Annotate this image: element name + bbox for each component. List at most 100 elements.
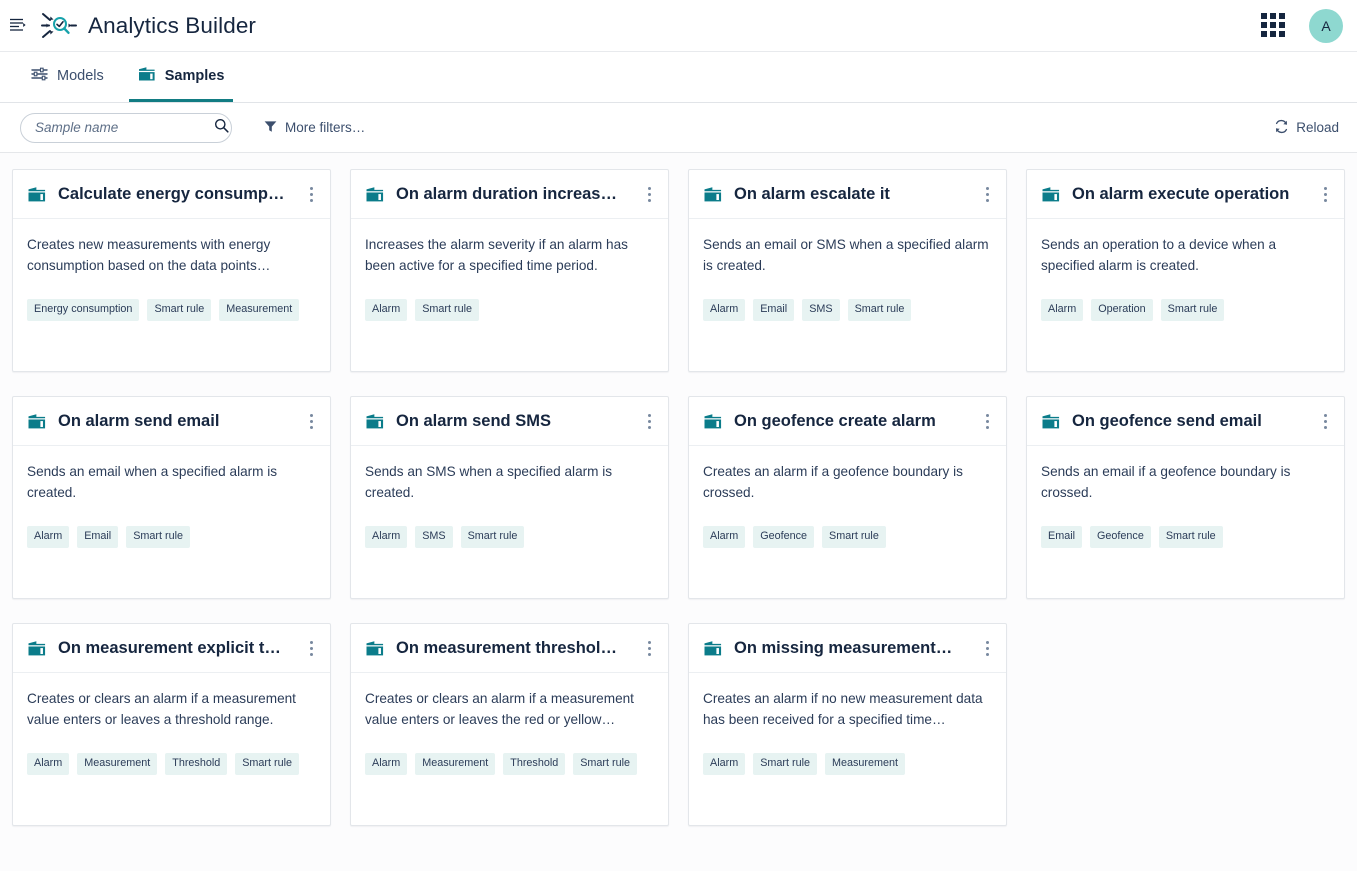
sample-card[interactable]: On alarm send email Sends an email when a… bbox=[12, 396, 331, 599]
sample-card-title: On alarm duration increas… bbox=[396, 184, 617, 203]
sample-card-tags: Alarm Measurement Threshold Smart rule bbox=[365, 753, 654, 775]
more-filters-button[interactable]: More filters… bbox=[264, 120, 365, 136]
more-options-icon[interactable] bbox=[978, 635, 996, 661]
sample-card-body: Creates or clears an alarm if a measurem… bbox=[351, 673, 668, 825]
app-grid-icon[interactable] bbox=[1261, 12, 1287, 39]
sample-card-title: On geofence send email bbox=[1072, 411, 1262, 430]
funnel-icon bbox=[264, 120, 277, 136]
tag-chip: Smart rule bbox=[126, 526, 191, 548]
sample-card[interactable]: On geofence create alarm Creates an alarm… bbox=[688, 396, 1007, 599]
tag-chip: Smart rule bbox=[147, 299, 212, 321]
sample-card[interactable]: On alarm duration increas… Increases the … bbox=[350, 169, 669, 372]
sample-card-header: On geofence create alarm bbox=[689, 397, 1006, 446]
tag-chip: Alarm bbox=[27, 526, 70, 548]
sample-card[interactable]: On alarm escalate it Sends an email or SM… bbox=[688, 169, 1007, 372]
tag-chip: Alarm bbox=[703, 526, 746, 548]
reload-label: Reload bbox=[1296, 120, 1339, 135]
search-box[interactable] bbox=[20, 112, 232, 143]
reload-button[interactable]: Reload bbox=[1274, 119, 1339, 137]
sample-card[interactable]: Calculate energy consump… Creates new mea… bbox=[12, 169, 331, 372]
more-options-icon[interactable] bbox=[978, 181, 996, 207]
more-options-icon[interactable] bbox=[640, 181, 658, 207]
folder-icon bbox=[1041, 413, 1061, 430]
sample-card-header: On alarm send SMS bbox=[351, 397, 668, 446]
folder-icon bbox=[365, 640, 385, 657]
folder-icon bbox=[1041, 186, 1061, 203]
hamburger-menu-icon[interactable] bbox=[4, 13, 30, 39]
sample-card-body: Sends an email if a geofence boundary is… bbox=[1027, 446, 1344, 598]
sample-card[interactable]: On geofence send email Sends an email if … bbox=[1026, 396, 1345, 599]
tag-chip: SMS bbox=[415, 526, 453, 548]
sample-card-header: On alarm send email bbox=[13, 397, 330, 446]
sample-card-description: Sends an operation to a device when a sp… bbox=[1041, 237, 1277, 273]
more-options-icon[interactable] bbox=[640, 635, 658, 661]
folder-icon bbox=[365, 413, 385, 430]
tab-models-label: Models bbox=[57, 67, 104, 84]
more-options-icon[interactable] bbox=[302, 635, 320, 661]
tag-chip: Smart rule bbox=[822, 526, 886, 548]
sample-card-header: On alarm execute operation bbox=[1027, 170, 1344, 219]
tab-samples[interactable]: Samples bbox=[128, 52, 234, 102]
models-icon bbox=[31, 67, 48, 85]
tab-models[interactable]: Models bbox=[22, 52, 113, 102]
sample-card[interactable]: On alarm execute operation Sends an opera… bbox=[1026, 169, 1345, 372]
more-filters-label: More filters… bbox=[285, 120, 366, 135]
sample-card[interactable]: On alarm send SMS Sends an SMS when a spe… bbox=[350, 396, 669, 599]
sample-card-title: On missing measurement… bbox=[734, 638, 953, 657]
sample-card[interactable]: On measurement explicit t… Creates or cle… bbox=[12, 623, 331, 826]
tag-chip: Measurement bbox=[219, 299, 300, 321]
search-input[interactable] bbox=[35, 120, 214, 135]
tag-chip: Smart rule bbox=[1158, 526, 1223, 548]
sample-card-tags: Alarm Geofence Smart rule bbox=[703, 526, 992, 548]
tag-chip: Smart rule bbox=[460, 526, 525, 548]
folder-icon bbox=[703, 640, 723, 657]
sample-card-description: Sends an email or SMS when a specified a… bbox=[703, 237, 989, 273]
sample-card-tags: Alarm SMS Smart rule bbox=[365, 526, 654, 548]
sample-card-tags: Alarm Smart rule bbox=[365, 299, 654, 321]
folder-icon bbox=[138, 66, 156, 86]
tag-chip: Alarm bbox=[365, 753, 408, 775]
more-options-icon[interactable] bbox=[302, 408, 320, 434]
folder-icon bbox=[703, 186, 723, 203]
sample-card-body: Creates or clears an alarm if a measurem… bbox=[13, 673, 330, 825]
search-icon[interactable] bbox=[214, 118, 229, 138]
tag-chip: Email bbox=[753, 299, 795, 321]
more-options-icon[interactable] bbox=[640, 408, 658, 434]
top-bar: Analytics Builder A bbox=[0, 0, 1357, 52]
sample-card-body: Creates an alarm if no new measurement d… bbox=[689, 673, 1006, 825]
sample-card-description: Sends an SMS when a specified alarm is c… bbox=[365, 464, 613, 500]
folder-icon bbox=[27, 640, 47, 657]
avatar[interactable]: A bbox=[1309, 8, 1343, 43]
tag-chip: Geofence bbox=[753, 526, 815, 548]
more-options-icon[interactable] bbox=[1316, 408, 1334, 434]
tag-chip: Alarm bbox=[1041, 299, 1084, 321]
sample-card-body: Sends an SMS when a specified alarm is c… bbox=[351, 446, 668, 598]
sample-card-title: On alarm send SMS bbox=[396, 411, 551, 430]
more-options-icon[interactable] bbox=[1316, 181, 1334, 207]
sample-card-header: On measurement threshol… bbox=[351, 624, 668, 673]
sample-card-body: Creates new measurements with energy con… bbox=[13, 219, 330, 371]
more-options-icon[interactable] bbox=[978, 408, 996, 434]
tag-chip: Smart rule bbox=[847, 299, 912, 321]
tag-chip: Smart rule bbox=[573, 753, 638, 775]
analytics-builder-logo-icon bbox=[40, 9, 78, 43]
tab-bar: Models Samples bbox=[0, 52, 1357, 103]
sample-card-description: Creates an alarm if a geofence boundary … bbox=[703, 464, 963, 500]
sample-card-header: Calculate energy consump… bbox=[13, 170, 330, 219]
tag-chip: Email bbox=[77, 526, 119, 548]
sample-card[interactable]: On missing measurement… Creates an alarm … bbox=[688, 623, 1007, 826]
sample-card-title: On measurement threshol… bbox=[396, 638, 617, 657]
sample-card-header: On geofence send email bbox=[1027, 397, 1344, 446]
sample-card-header: On missing measurement… bbox=[689, 624, 1006, 673]
more-options-icon[interactable] bbox=[302, 181, 320, 207]
tag-chip: Operation bbox=[1091, 299, 1153, 321]
sample-card-header: On alarm escalate it bbox=[689, 170, 1006, 219]
sample-card-title: Calculate energy consump… bbox=[58, 184, 285, 203]
sample-card-tags: Alarm Email SMS Smart rule bbox=[703, 299, 992, 321]
sample-card[interactable]: On measurement threshol… Creates or clear… bbox=[350, 623, 669, 826]
tag-chip: Smart rule bbox=[753, 753, 818, 775]
refresh-icon bbox=[1274, 119, 1289, 137]
sample-card-body: Creates an alarm if a geofence boundary … bbox=[689, 446, 1006, 598]
sample-card-tags: Alarm Email Smart rule bbox=[27, 526, 316, 548]
tab-samples-label: Samples bbox=[164, 67, 225, 84]
